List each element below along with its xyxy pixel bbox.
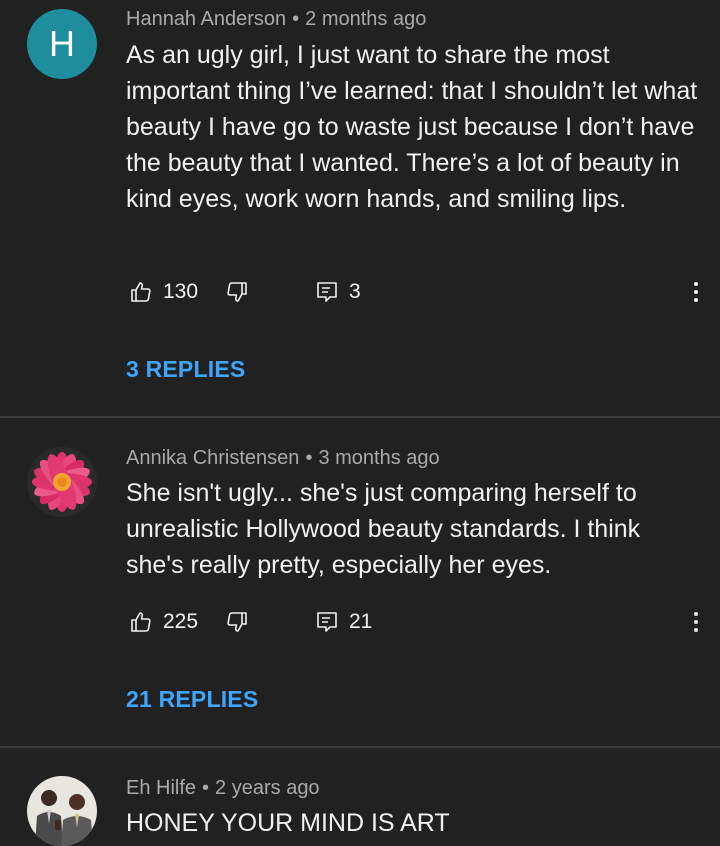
avatar[interactable]: H (27, 9, 97, 79)
like-button[interactable]: 130 (129, 274, 198, 310)
meta-separator: • (305, 447, 313, 469)
comment-time[interactable]: 3 months ago (318, 447, 439, 469)
comment-actions: 130 3 (126, 274, 706, 310)
like-count: 130 (163, 280, 199, 303)
thumbs-up-icon (129, 610, 153, 634)
comment-meta: Hannah Anderson • 2 months ago (126, 8, 426, 31)
reply-count: 3 (349, 280, 361, 303)
like-button[interactable]: 225 (129, 604, 198, 640)
comment-time[interactable]: 2 years ago (215, 777, 320, 799)
avatar-letter: H (49, 23, 75, 64)
more-vert-icon[interactable] (686, 604, 706, 640)
flower-avatar-image (27, 447, 97, 517)
meta-separator: • (292, 8, 300, 30)
author-name[interactable]: Hannah Anderson (126, 8, 286, 30)
comment-actions: 225 21 (126, 604, 706, 640)
author-name[interactable]: Annika Christensen (126, 447, 299, 469)
avatar[interactable] (27, 447, 97, 517)
view-replies-button[interactable]: 21 REPLIES (126, 686, 258, 713)
thumbs-down-icon (225, 610, 249, 634)
divider (0, 416, 720, 418)
comment-meta: Annika Christensen • 3 months ago (126, 447, 440, 470)
divider (0, 746, 720, 748)
comment-icon (315, 280, 339, 304)
people-avatar-image (27, 776, 97, 846)
comment-time[interactable]: 2 months ago (305, 8, 426, 30)
like-count: 225 (163, 610, 199, 633)
reply-count: 21 (349, 610, 373, 633)
dislike-button[interactable] (225, 604, 249, 640)
view-replies-button[interactable]: 3 REPLIES (126, 356, 245, 383)
author-name[interactable]: Eh Hilfe (126, 777, 196, 799)
thumbs-down-icon (225, 280, 249, 304)
reply-button[interactable]: 21 (315, 604, 372, 640)
comment-icon (315, 610, 339, 634)
dislike-button[interactable] (225, 274, 249, 310)
comment-meta: Eh Hilfe • 2 years ago (126, 777, 320, 800)
meta-separator: • (202, 777, 210, 799)
more-vert-icon[interactable] (686, 274, 706, 310)
comment-text: As an ugly girl, I just want to share th… (126, 41, 698, 213)
comment-text: She isn't ugly... she's just comparing h… (126, 479, 641, 579)
reply-button[interactable]: 3 (315, 274, 361, 310)
avatar[interactable] (27, 776, 97, 846)
comment-text: HONEY YOUR MIND IS ART (126, 809, 450, 837)
thumbs-up-icon (129, 280, 153, 304)
